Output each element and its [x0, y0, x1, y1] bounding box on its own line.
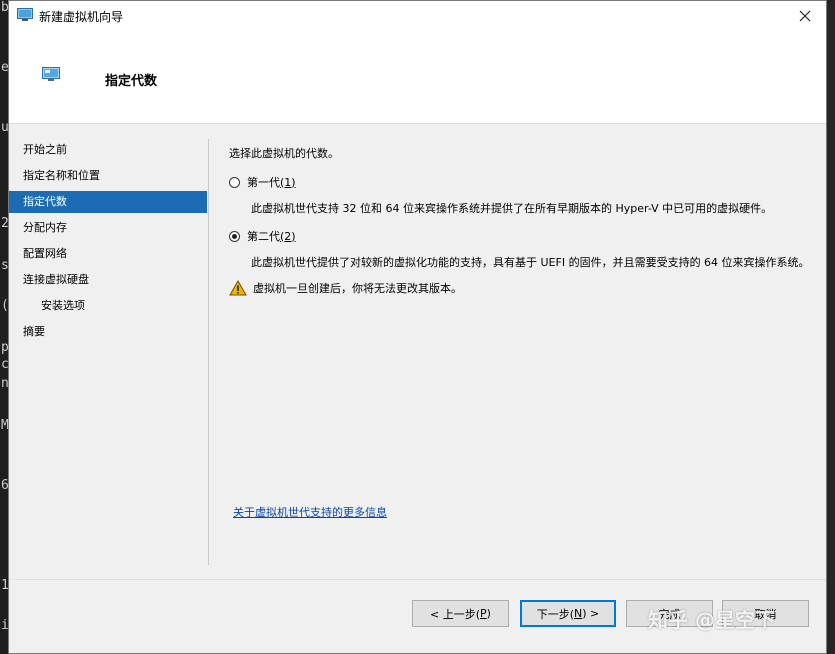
terminal-char: ( [1, 298, 8, 313]
terminal-char: i [1, 618, 8, 633]
generation-1-accel: (1) [280, 175, 296, 189]
background-right [827, 0, 835, 654]
generation-1-radio[interactable]: 第一代 (1) [229, 174, 296, 190]
warning-icon [229, 280, 247, 296]
divider [208, 139, 209, 565]
title-bar: 新建虚拟机向导 [9, 1, 826, 31]
generation-2-accel: (2) [280, 229, 296, 243]
terminal-char: 1 [1, 578, 8, 593]
close-icon [799, 10, 811, 22]
finish-button[interactable]: 完成 [626, 600, 713, 627]
generation-1-label: 第一代 [247, 176, 280, 189]
step-memory[interactable]: 分配内存 [9, 217, 207, 239]
terminal-char: b [1, 0, 8, 15]
step-network[interactable]: 配置网络 [9, 243, 207, 265]
virtual-machine-icon [42, 67, 60, 81]
step-name-location[interactable]: 指定名称和位置 [9, 165, 207, 187]
terminal-char: p [1, 340, 8, 355]
page-title: 指定代数 [105, 74, 158, 89]
background-terminal: b e u 2 s ( p c n M 6 1 i [0, 0, 8, 654]
generation-2-description: 此虚拟机世代提供了对较新的虚拟化功能的支持，具有基于 UEFI 的固件，并且需要… [251, 256, 810, 269]
terminal-char: M [1, 418, 8, 433]
step-summary[interactable]: 摘要 [9, 321, 207, 343]
terminal-char: 6 [1, 478, 8, 493]
window-title: 新建虚拟机向导 [39, 10, 124, 24]
terminal-char: u [1, 120, 8, 135]
generation-1-description: 此虚拟机世代支持 32 位和 64 位来宾操作系统并提供了在所有早期版本的 Hy… [251, 202, 773, 215]
wizard-window: 新建虚拟机向导 指定代数 开始之前 指定名称和位置 指定代数 分配内存 配置网络… [8, 0, 827, 654]
terminal-char: e [1, 60, 8, 75]
generation-2-label: 第二代 [247, 230, 280, 243]
generation-2-radio[interactable]: 第二代 (2) [229, 228, 296, 244]
warning-text: 虚拟机一旦创建后，你将无法更改其版本。 [253, 282, 462, 295]
terminal-char: 2 [1, 216, 8, 231]
terminal-char: s [1, 258, 8, 273]
radio-checked[interactable] [229, 230, 240, 242]
step-before-you-begin[interactable]: 开始之前 [9, 139, 207, 161]
step-install-options[interactable]: 安装选项 [9, 295, 207, 317]
back-button[interactable]: < 上一步(P) [412, 600, 509, 627]
monitor-icon [17, 8, 33, 21]
page-header: 指定代数 [9, 31, 826, 124]
step-generation[interactable]: 指定代数 [9, 191, 207, 213]
instruction-text: 选择此虚拟机的代数。 [229, 147, 339, 160]
next-button[interactable]: 下一步(N) > [520, 600, 616, 627]
more-info-link[interactable]: 关于虚拟机世代支持的更多信息 [233, 504, 387, 520]
wizard-steps: 开始之前 指定名称和位置 指定代数 分配内存 配置网络 连接虚拟硬盘 安装选项 … [9, 139, 207, 347]
footer-divider [9, 579, 826, 580]
terminal-char: n [1, 376, 8, 391]
step-virtual-disk[interactable]: 连接虚拟硬盘 [9, 269, 207, 291]
close-button[interactable] [784, 1, 826, 31]
cancel-button[interactable]: 取消 [722, 600, 809, 627]
radio-unchecked[interactable] [229, 176, 240, 188]
terminal-char: c [1, 357, 8, 372]
warning-message: 虚拟机一旦创建后，你将无法更改其版本。 [229, 280, 462, 296]
